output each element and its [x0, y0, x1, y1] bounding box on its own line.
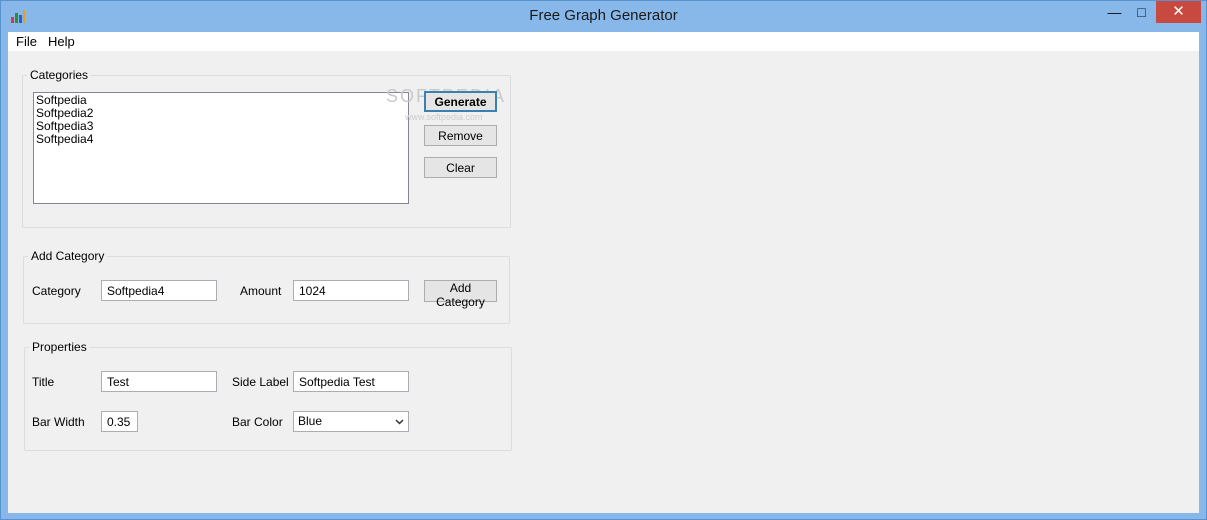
- client-area: Categories Softpedia Softpedia2 Softpedi…: [8, 51, 1199, 513]
- bar-color-label: Bar Color: [232, 415, 283, 429]
- remove-button[interactable]: Remove: [424, 125, 497, 146]
- bar-width-label: Bar Width: [32, 415, 85, 429]
- category-input[interactable]: [101, 280, 217, 301]
- categories-legend: Categories: [30, 68, 89, 82]
- chevron-down-icon[interactable]: [395, 412, 404, 438]
- title-bar[interactable]: Free Graph Generator — □ ✕: [1, 1, 1206, 32]
- app-window: Free Graph Generator — □ ✕ File Help Cat…: [0, 0, 1207, 520]
- bar-width-input[interactable]: [101, 411, 138, 432]
- properties-legend: Properties: [32, 340, 87, 354]
- bar-color-select[interactable]: Blue: [293, 411, 409, 432]
- categories-listbox[interactable]: Softpedia Softpedia2 Softpedia3 Softpedi…: [33, 92, 409, 204]
- add-category-legend: Add Category: [31, 249, 105, 263]
- add-category-button[interactable]: Add Category: [424, 280, 497, 309]
- amount-label: Amount: [240, 284, 282, 298]
- list-item[interactable]: Softpedia4: [36, 133, 406, 146]
- menu-bar: File Help: [8, 32, 1199, 51]
- side-label-label: Side Label: [232, 375, 289, 389]
- menu-help[interactable]: Help: [48, 34, 75, 49]
- minimize-button[interactable]: —: [1101, 1, 1128, 23]
- amount-input[interactable]: [293, 280, 409, 301]
- watermark-url: www.softpedia.com: [405, 112, 483, 122]
- bar-color-value: Blue: [298, 414, 323, 428]
- title-label: Title: [32, 375, 55, 389]
- window-title: Free Graph Generator: [529, 7, 678, 24]
- maximize-button[interactable]: □: [1128, 1, 1155, 23]
- clear-button[interactable]: Clear: [424, 157, 497, 178]
- side-label-input[interactable]: [293, 371, 409, 392]
- menu-file[interactable]: File: [16, 34, 37, 49]
- title-input[interactable]: [101, 371, 217, 392]
- category-label: Category: [32, 284, 81, 298]
- generate-button[interactable]: Generate: [424, 91, 497, 112]
- close-button[interactable]: ✕: [1156, 1, 1201, 23]
- properties-group: Properties: [24, 340, 512, 451]
